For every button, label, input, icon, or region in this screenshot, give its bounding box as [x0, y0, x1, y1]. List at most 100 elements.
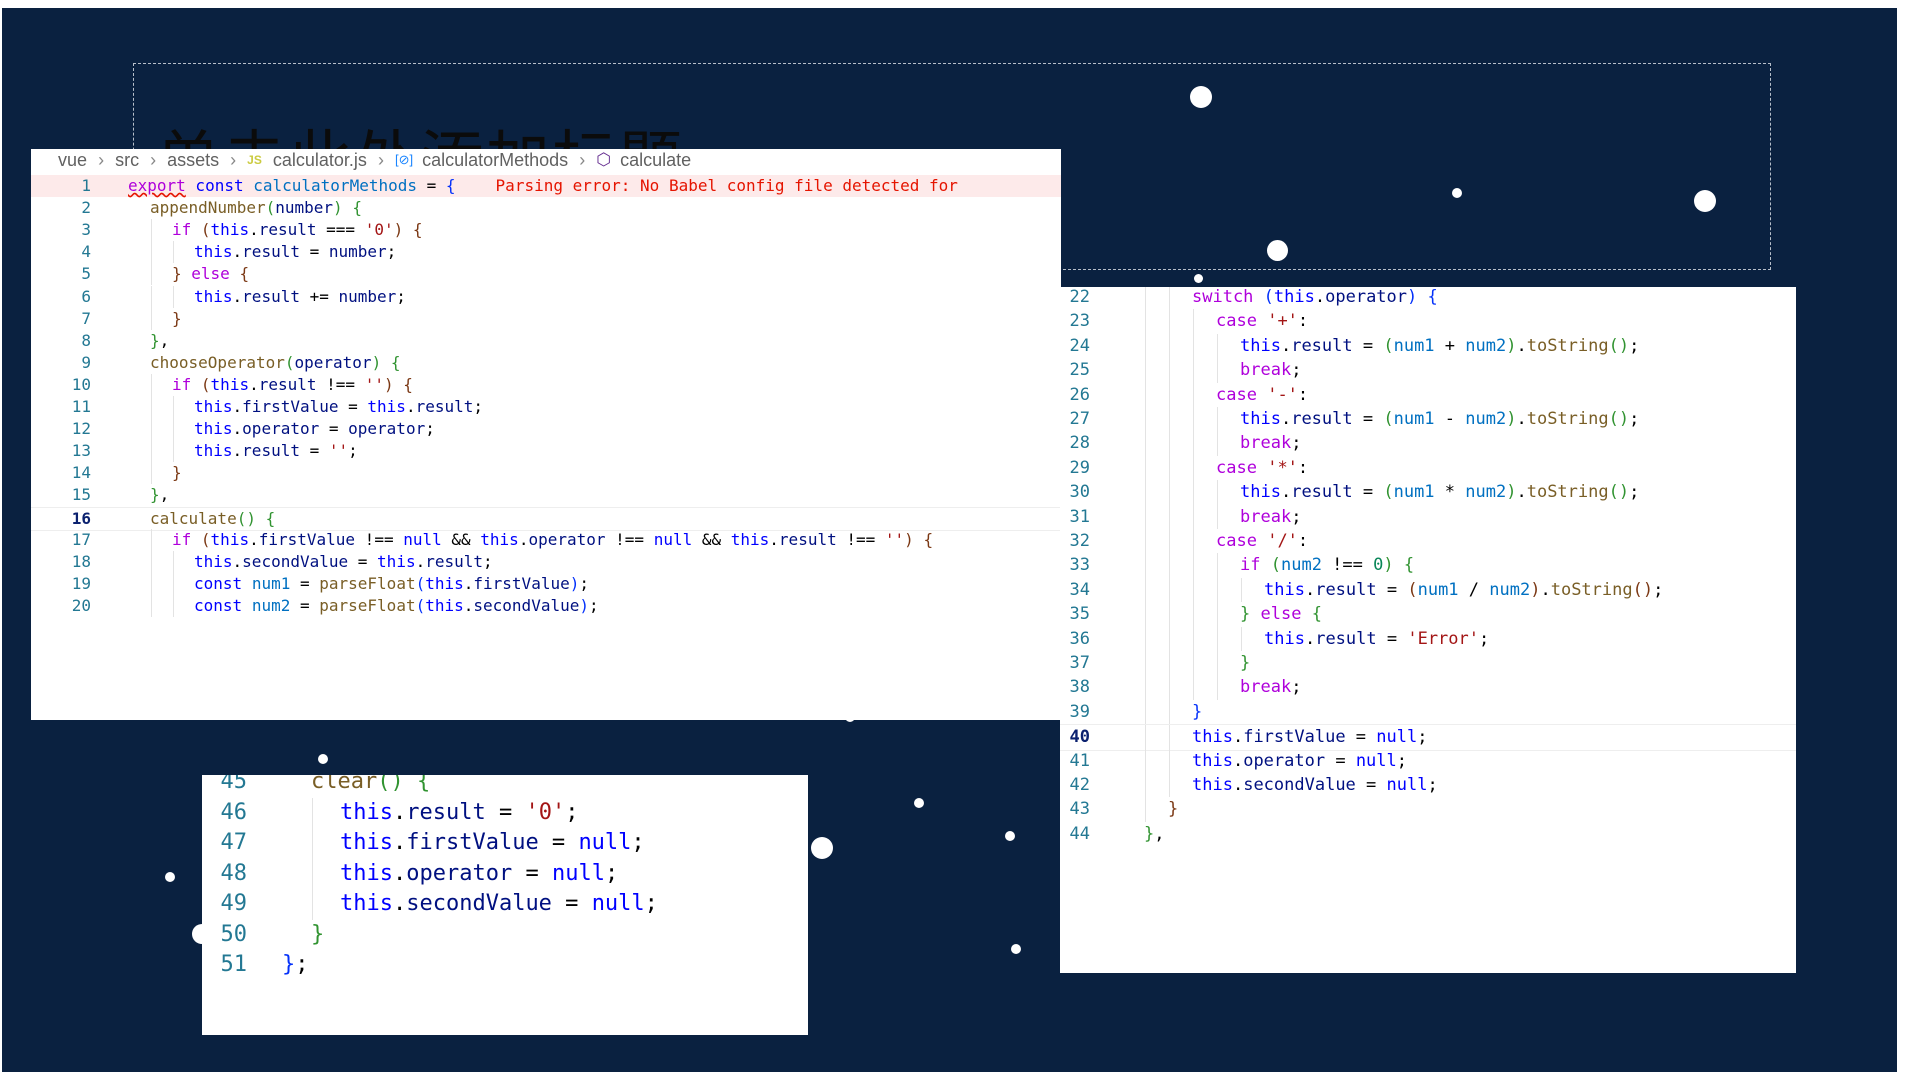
- indent-guide: [1169, 602, 1170, 627]
- code-line: 4 this.result = number;: [31, 241, 1061, 264]
- code-line: 42 this.secondValue = null;: [1060, 773, 1796, 798]
- code-text: },: [1144, 823, 1165, 844]
- decorative-dot: [318, 754, 328, 764]
- indent-guide: [1169, 407, 1170, 432]
- indent-guide: [312, 797, 313, 828]
- indent-guide: [1145, 407, 1146, 432]
- indent-guide: [151, 594, 152, 617]
- code-text: this.firstValue = null;: [340, 830, 645, 855]
- indent-guide: [1145, 577, 1146, 603]
- code-line: 38 break;: [1060, 675, 1796, 700]
- code-line: 25 break;: [1060, 358, 1796, 383]
- code-text: }: [1168, 799, 1179, 820]
- line-number: 43: [1069, 799, 1090, 820]
- breadcrumb-item[interactable]: src: [115, 150, 139, 171]
- indent-guide: [1145, 626, 1146, 651]
- line-number: 28: [1069, 433, 1090, 454]
- indent-guide: [1217, 651, 1218, 676]
- code-line: 22 switch (this.operator) {: [1060, 287, 1796, 310]
- indent-guide: [1169, 480, 1170, 505]
- code-line: 15},: [31, 484, 1061, 506]
- code-line: 16 calculate() {: [31, 506, 1061, 531]
- code-text: if (num2 !== 0) {: [1240, 555, 1415, 576]
- code-line: 35 } else {: [1060, 602, 1796, 627]
- line-number: 41: [1069, 750, 1090, 771]
- indent-guide: [173, 418, 174, 441]
- line-number: 29: [1069, 457, 1090, 478]
- indent-guide: [1169, 626, 1170, 651]
- indent-guide: [173, 440, 174, 463]
- indent-guide: [1169, 287, 1170, 310]
- code-text: this.result = '0';: [340, 799, 579, 825]
- line-number: 18: [71, 551, 91, 571]
- indent-guide: [1193, 602, 1194, 627]
- breadcrumb-item[interactable]: calculate: [620, 150, 691, 171]
- decorative-dot: [914, 798, 924, 808]
- breadcrumb-item[interactable]: calculator.js: [273, 150, 367, 171]
- breadcrumb-item[interactable]: assets: [167, 150, 219, 171]
- code-line: 27 this.result = (num1 - num2).toString()…: [1060, 407, 1796, 432]
- indent-guide: [151, 418, 152, 441]
- indent-guide: [1169, 309, 1170, 334]
- line-number: 38: [1069, 677, 1090, 698]
- line-number: 37: [1069, 653, 1090, 673]
- code-line: 9 chooseOperator(operator) {: [31, 352, 1061, 374]
- breadcrumb-item[interactable]: calculatorMethods: [422, 150, 568, 171]
- indent-guide: [1217, 431, 1218, 456]
- line-number: 42: [1069, 775, 1090, 795]
- indent-guide: [1193, 309, 1194, 334]
- code-text: this.result = (num1 - num2).toString();: [1240, 409, 1640, 429]
- indent-guide: [1169, 431, 1170, 456]
- indent-guide: [1193, 626, 1194, 651]
- indent-guide: [1193, 382, 1194, 407]
- indent-guide: [1145, 748, 1146, 773]
- indent-guide: [1193, 577, 1194, 603]
- line-number: 35: [1069, 604, 1090, 625]
- indent-guide: [1145, 382, 1146, 407]
- code-line: 24 this.result = (num1 + num2).toString()…: [1060, 333, 1796, 359]
- line-number: 32: [1069, 531, 1090, 551]
- code-text: this.operator = null;: [1192, 750, 1408, 771]
- chevron-right-icon: ›: [579, 149, 586, 170]
- code-text: case '+':: [1216, 311, 1309, 332]
- indent-guide: [1169, 577, 1170, 603]
- code-text: calculate() {: [150, 508, 276, 528]
- indent-guide: [1169, 504, 1170, 529]
- lint-error-message: Parsing error: No Babel config file dete…: [495, 176, 958, 195]
- indent-guide: [1193, 651, 1194, 676]
- line-number: 19: [71, 573, 91, 593]
- indent-guide: [1193, 529, 1194, 554]
- indent-guide: [1145, 553, 1146, 578]
- code-text: this.result = (num1 * num2).toString();: [1240, 482, 1640, 503]
- line-number: 11: [71, 397, 91, 416]
- code-text: } else {: [1240, 604, 1322, 625]
- variable-icon: [⊘]: [394, 152, 414, 168]
- line-number: 27: [1069, 409, 1090, 429]
- code-line: 18 this.secondValue = this.result;: [31, 550, 1061, 573]
- code-line: 34 this.result = (num1 / num2).toString()…: [1060, 577, 1796, 603]
- code-text: case '*':: [1216, 457, 1309, 478]
- indent-guide: [1217, 480, 1218, 505]
- decorative-dot: [1267, 240, 1288, 261]
- code-text: case '-':: [1216, 384, 1309, 405]
- code-line: 43}: [1060, 797, 1796, 822]
- code-line: 29 case '*':: [1060, 455, 1796, 481]
- indent-guide: [1169, 358, 1170, 383]
- indent-guide: [1145, 797, 1146, 822]
- breadcrumb-item[interactable]: vue: [58, 150, 87, 171]
- line-number: 20: [71, 595, 91, 615]
- line-number: 22: [1069, 287, 1090, 307]
- indent-guide: [151, 219, 152, 242]
- code-line: 17 if (this.firstValue !== null && this.o…: [31, 528, 1061, 551]
- code-text: if (this.result !== '') {: [172, 374, 413, 394]
- decorative-dot: [1011, 944, 1021, 954]
- code-line: 6 this.result += number;: [31, 285, 1061, 308]
- code-line: 47 this.firstValue = null;: [202, 828, 808, 859]
- indent-guide: [1193, 333, 1194, 359]
- indent-guide: [1241, 626, 1242, 651]
- code-line: 48 this.operator = null;: [202, 858, 808, 889]
- line-number: 36: [1069, 628, 1090, 649]
- code-text: }: [311, 921, 325, 947]
- indent-guide: [1193, 431, 1194, 456]
- indent-guide: [1193, 480, 1194, 505]
